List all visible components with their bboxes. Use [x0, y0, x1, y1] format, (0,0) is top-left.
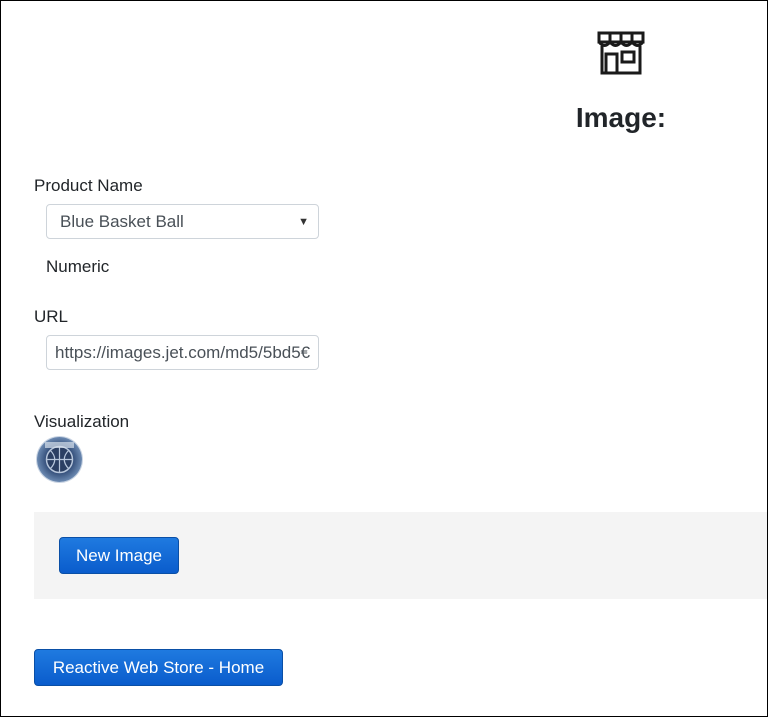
new-image-button[interactable]: New Image — [59, 537, 179, 574]
url-input[interactable] — [46, 335, 319, 370]
product-name-selected-value: Blue Basket Ball — [60, 212, 184, 231]
page-frame: Image: Product Name Blue Basket Ball ▼ N… — [0, 0, 768, 717]
caret-down-icon: ▼ — [298, 216, 309, 228]
page-title: Image: — [575, 102, 667, 133]
home-button[interactable]: Reactive Web Store - Home — [34, 649, 283, 686]
product-name-select[interactable]: Blue Basket Ball ▼ — [46, 204, 319, 239]
visualization-label: Visualization — [34, 412, 130, 431]
product-name-label: Product Name — [34, 176, 143, 195]
product-image-thumbnail — [37, 437, 82, 482]
basketball-image-icon — [45, 442, 74, 474]
store-icon — [597, 31, 645, 75]
product-type-label: Numeric — [46, 257, 110, 276]
url-label: URL — [34, 307, 69, 326]
